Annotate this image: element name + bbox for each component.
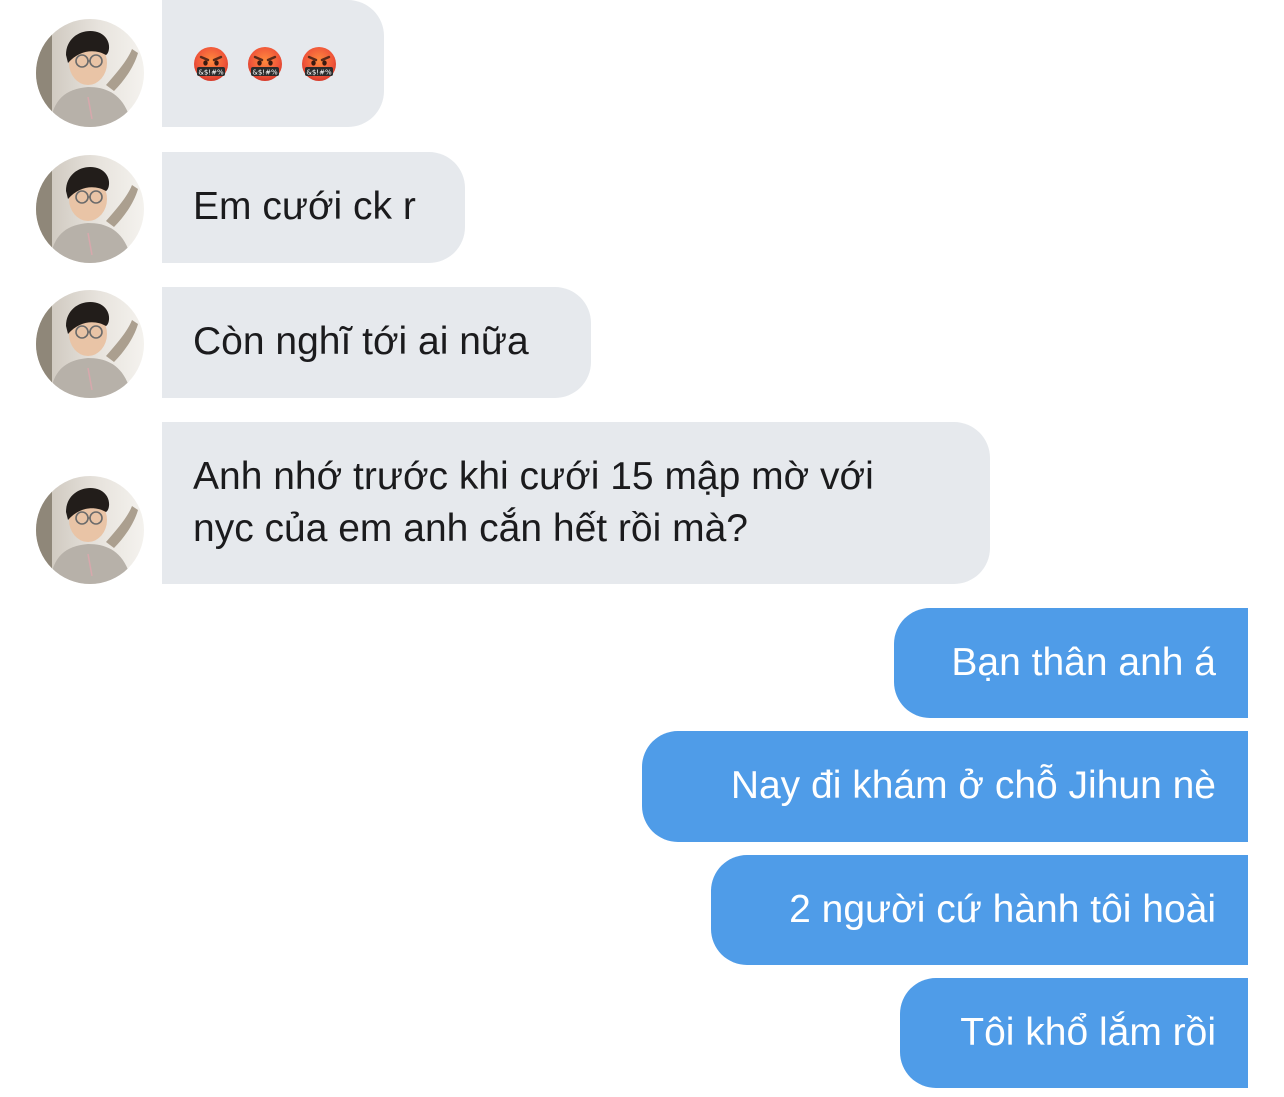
face-with-symbols-icon: &$!#% xyxy=(193,45,229,82)
outgoing-message-bubble[interactable]: 2 người cứ hành tôi hoài xyxy=(711,855,1248,965)
message-text: Bạn thân anh á xyxy=(951,641,1216,684)
face-with-symbols-icon: &$!#% xyxy=(247,45,283,82)
message-text-line: Anh nhớ trước khi cưới 15 mập mờ với xyxy=(193,455,874,498)
message-text: Còn nghĩ tới ai nữa xyxy=(193,320,529,363)
sender-avatar[interactable] xyxy=(36,290,144,398)
message-text: Nay đi khám ở chỗ Jihun nè xyxy=(730,764,1216,807)
sender-avatar[interactable] xyxy=(36,155,144,263)
sender-avatar[interactable] xyxy=(36,19,144,127)
emoji-symbols-text: &$!#% xyxy=(252,68,278,76)
message-text: Tôi khổ lắm rồi xyxy=(960,1011,1216,1054)
avatar-photo-icon xyxy=(36,476,144,584)
incoming-message-bubble[interactable]: Em cưới ck r xyxy=(162,152,465,263)
avatar-photo-icon xyxy=(36,290,144,398)
incoming-message-bubble[interactable]: &$!#% &$!#% &$!#% xyxy=(162,0,384,127)
outgoing-message-bubble[interactable]: Bạn thân anh á xyxy=(894,608,1248,718)
message-text: Em cưới ck r xyxy=(193,185,416,228)
emoji-row: &$!#% &$!#% &$!#% xyxy=(193,0,384,127)
message-text: 2 người cứ hành tôi hoài xyxy=(789,888,1216,931)
face-with-symbols-icon: &$!#% xyxy=(301,45,337,82)
avatar-photo-icon xyxy=(36,19,144,127)
incoming-message-bubble[interactable]: Còn nghĩ tới ai nữa xyxy=(162,287,591,398)
outgoing-message-bubble[interactable]: Nay đi khám ở chỗ Jihun nè xyxy=(642,731,1248,842)
incoming-message-bubble[interactable]: Anh nhớ trước khi cưới 15 mập mờ với nyc… xyxy=(162,422,990,584)
sender-avatar[interactable] xyxy=(36,476,144,584)
avatar-photo-icon xyxy=(36,155,144,263)
emoji-symbols-text: &$!#% xyxy=(198,68,224,76)
outgoing-message-bubble[interactable]: Tôi khổ lắm rồi xyxy=(900,978,1248,1088)
message-text-line: nyc của em anh cắn hết rồi mà? xyxy=(193,507,748,550)
emoji-symbols-text: &$!#% xyxy=(306,68,332,76)
